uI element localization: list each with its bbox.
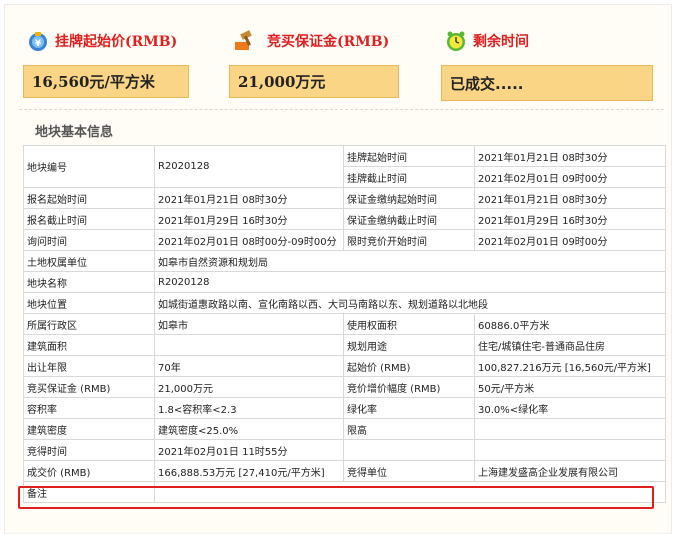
cell-value: 如皋市 bbox=[154, 313, 344, 335]
cell-value: 1.8<容积率<2.3 bbox=[154, 397, 344, 419]
cell-value: 2021年02月01日 11时55分 bbox=[154, 439, 344, 461]
start-price-header: ¥ 挂牌起始价(RMB) bbox=[27, 29, 177, 53]
cell-empty bbox=[474, 439, 666, 461]
cell-value: 21,000万元 bbox=[154, 376, 344, 398]
cell-label: 报名截止时间 bbox=[23, 208, 155, 230]
svg-text:¥: ¥ bbox=[35, 39, 42, 49]
table-row: 所属行政区 如皋市 使用权面积 60886.0平方米 bbox=[23, 313, 666, 335]
table-row: 地块名称 R2020128 bbox=[23, 271, 666, 293]
cell-label: 所属行政区 bbox=[23, 313, 155, 335]
cell-label: 限时竞价开始时间 bbox=[343, 229, 475, 251]
cell-value: 70年 bbox=[154, 355, 344, 377]
cell-value: 2021年01月21日 08时30分 bbox=[474, 145, 666, 167]
start-price-label: 挂牌起始价(RMB) bbox=[55, 34, 178, 50]
cell-value: R2020128 bbox=[154, 145, 344, 188]
cell-label: 报名起始时间 bbox=[23, 187, 155, 209]
cell-value bbox=[474, 418, 666, 440]
cell-label: 地块编号 bbox=[23, 145, 155, 188]
table-row: 竞得时间 2021年02月01日 11时55分 bbox=[23, 439, 666, 461]
cell-value: 住宅/城镇住宅-普通商品住房 bbox=[474, 334, 666, 356]
auction-hammer-icon bbox=[235, 30, 252, 50]
cell-label: 规划用途 bbox=[343, 334, 475, 356]
cell-label: 挂牌截止时间 bbox=[343, 166, 475, 188]
cell-label: 土地权属单位 bbox=[23, 250, 155, 272]
cell-label: 挂牌起始时间 bbox=[343, 145, 475, 167]
cell-label: 起始价 (RMB) bbox=[343, 355, 475, 377]
table-row: 地块位置 如城街道惠政路以南、宣化南路以西、大司马南路以东、规划道路以北地段 bbox=[23, 292, 666, 314]
table-row: 土地权属单位 如皋市自然资源和规划局 bbox=[23, 250, 666, 272]
cell-label: 询问时间 bbox=[23, 229, 155, 251]
cell-value: 2021年02月01日 09时00分 bbox=[474, 166, 666, 188]
cell-value: 100,827.216万元 [16,560元/平方米] bbox=[474, 355, 666, 377]
cell-value bbox=[154, 334, 344, 356]
remaining-time-value: 已成交..... bbox=[441, 65, 653, 101]
table-row: 建筑密度 建筑密度<25.0% 限高 bbox=[23, 418, 666, 440]
cell-label: 竞买保证金 (RMB) bbox=[23, 376, 155, 398]
cell-label: 成交价 (RMB) bbox=[23, 460, 155, 482]
cell-label: 竞得单位 bbox=[343, 460, 475, 482]
cell-label: 限高 bbox=[343, 418, 475, 440]
cell-value: 30.0%<绿化率 bbox=[474, 397, 666, 419]
cell-value: 2021年01月29日 16时30分 bbox=[474, 208, 666, 230]
cell-label: 地块位置 bbox=[23, 292, 155, 314]
cell-label: 绿化率 bbox=[343, 397, 475, 419]
cell-value: 建筑密度<25.0% bbox=[154, 418, 344, 440]
divider bbox=[19, 109, 664, 110]
remaining-time-label: 剩余时间 bbox=[473, 34, 529, 50]
cell-label: 建筑密度 bbox=[23, 418, 155, 440]
section-title: 地块基本信息 bbox=[35, 125, 114, 140]
deposit-value: 21,000万元 bbox=[229, 65, 399, 98]
table-row: 成交价 (RMB) 166,888.53万元 [27,410元/平方米] 竞得单… bbox=[23, 460, 666, 482]
money-bag-icon: ¥ bbox=[29, 32, 47, 51]
cell-label: 出让年限 bbox=[23, 355, 155, 377]
table-row: 报名起始时间 2021年01月21日 08时30分 保证金缴纳起始时间 2021… bbox=[23, 187, 666, 209]
alarm-clock-icon bbox=[447, 31, 465, 51]
cell-value: 50元/平方米 bbox=[474, 376, 666, 398]
deposit-header: 竞买保证金(RMB) bbox=[231, 29, 389, 53]
parcel-info-table: 地块编号 R2020128 挂牌起始时间 2021年01月21日 08时30分 … bbox=[23, 145, 666, 503]
cell-value: 如皋市自然资源和规划局 bbox=[154, 250, 666, 272]
cell-value: 2021年01月21日 08时30分 bbox=[154, 187, 344, 209]
table-row: 询问时间 2021年02月01日 08时00分-09时00分 限时竞价开始时间 … bbox=[23, 229, 666, 251]
cell-empty bbox=[343, 439, 475, 461]
cell-value: R2020128 bbox=[154, 271, 666, 293]
table-row: 出让年限 70年 起始价 (RMB) 100,827.216万元 [16,560… bbox=[23, 355, 666, 377]
cell-label: 保证金缴纳截止时间 bbox=[343, 208, 475, 230]
deposit-label: 竞买保证金(RMB) bbox=[267, 34, 390, 50]
cell-label: 使用权面积 bbox=[343, 313, 475, 335]
cell-label: 竞得时间 bbox=[23, 439, 155, 461]
table-row: 建筑面积 规划用途 住宅/城镇住宅-普通商品住房 bbox=[23, 334, 666, 356]
cell-value: 上海建发盛高企业发展有限公司 bbox=[474, 460, 666, 482]
cell-value: 2021年02月01日 08时00分-09时00分 bbox=[154, 229, 344, 251]
cell-value: 166,888.53万元 [27,410元/平方米] bbox=[154, 460, 344, 482]
cell-value: 2021年01月29日 16时30分 bbox=[154, 208, 344, 230]
cell-value: 2021年01月21日 08时30分 bbox=[474, 187, 666, 209]
cell-label: 竞价增价幅度 (RMB) bbox=[343, 376, 475, 398]
table-row: 报名截止时间 2021年01月29日 16时30分 保证金缴纳截止时间 2021… bbox=[23, 208, 666, 230]
remaining-time-header: 剩余时间 bbox=[445, 29, 529, 53]
page-frame: ¥ 挂牌起始价(RMB) 竞买保证金(RMB) 剩余时间 16,560元/平方米… bbox=[4, 4, 672, 534]
deal-highlight-box bbox=[18, 486, 654, 509]
cell-label: 容积率 bbox=[23, 397, 155, 419]
cell-value: 2021年02月01日 09时00分 bbox=[474, 229, 666, 251]
table-row: 容积率 1.8<容积率<2.3 绿化率 30.0%<绿化率 bbox=[23, 397, 666, 419]
table-row: 地块编号 R2020128 挂牌起始时间 2021年01月21日 08时30分 bbox=[23, 145, 666, 188]
cell-label: 地块名称 bbox=[23, 271, 155, 293]
cell-label: 保证金缴纳起始时间 bbox=[343, 187, 475, 209]
cell-value: 60886.0平方米 bbox=[474, 313, 666, 335]
cell-label: 建筑面积 bbox=[23, 334, 155, 356]
table-row: 竞买保证金 (RMB) 21,000万元 竞价增价幅度 (RMB) 50元/平方… bbox=[23, 376, 666, 398]
cell-value: 如城街道惠政路以南、宣化南路以西、大司马南路以东、规划道路以北地段 bbox=[154, 292, 666, 314]
start-price-value: 16,560元/平方米 bbox=[23, 65, 189, 98]
